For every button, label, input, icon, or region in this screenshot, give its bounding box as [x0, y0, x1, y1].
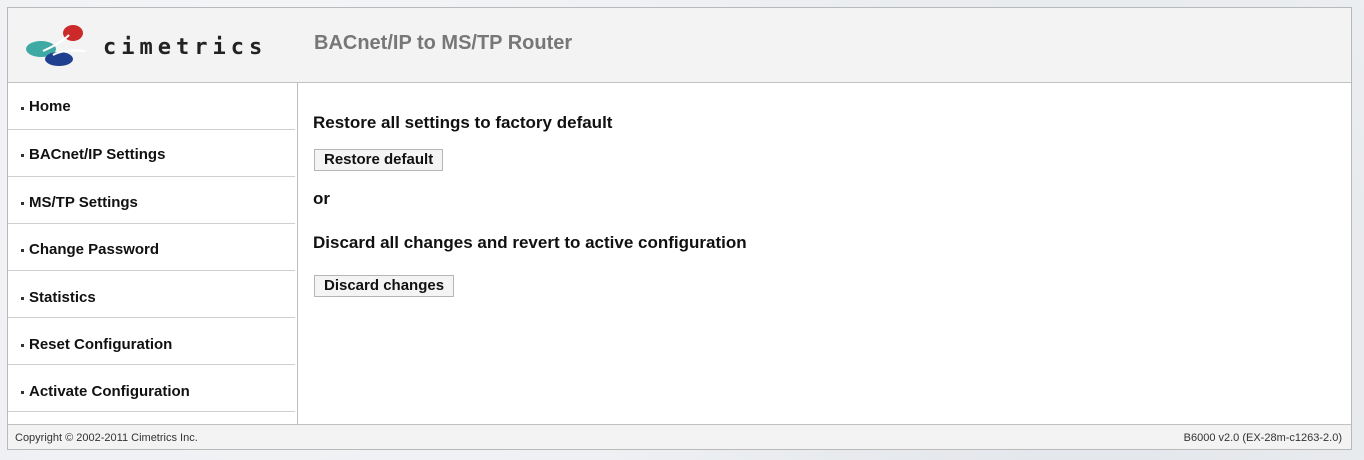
version-text: B6000 v2.0 (EX-28m-c1263-2.0)	[1183, 432, 1342, 444]
footer: Copyright © 2002-2011 Cimetrics Inc. B60…	[8, 424, 1351, 449]
bullet-icon	[21, 202, 24, 205]
bullet-icon	[21, 249, 24, 252]
sidebar-item-label[interactable]: BACnet/IP Settings	[29, 146, 165, 163]
sidebar-nav: Home BACnet/IP Settings MS/TP Settings C…	[8, 83, 298, 424]
sidebar-item-reset-configuration[interactable]: Reset Configuration	[8, 318, 295, 365]
bullet-icon	[21, 154, 24, 157]
copyright-text: Copyright © 2002-2011 Cimetrics Inc.	[15, 432, 198, 444]
bullet-icon	[21, 107, 24, 110]
sidebar-item-label[interactable]: Statistics	[29, 289, 96, 306]
sidebar-item-label[interactable]: Activate Configuration	[29, 383, 190, 400]
discard-heading: Discard all changes and revert to active…	[313, 233, 747, 252]
restore-default-button[interactable]: Restore default	[314, 149, 444, 171]
sidebar-item-statistics[interactable]: Statistics	[8, 271, 295, 318]
discard-changes-button[interactable]: Discard changes	[314, 275, 455, 297]
cimetrics-logo-icon	[26, 25, 86, 66]
sidebar-item-activate-configuration[interactable]: Activate Configuration	[8, 365, 295, 412]
header: cimetrics BACnet/IP to MS/TP Router	[8, 8, 1351, 83]
sidebar-item-bacnet-ip-settings[interactable]: BACnet/IP Settings	[8, 130, 295, 177]
router-web-ui: cimetrics BACnet/IP to MS/TP Router Home…	[7, 7, 1352, 450]
sidebar-item-label[interactable]: Reset Configuration	[29, 336, 172, 353]
restore-heading: Restore all settings to factory default	[313, 113, 613, 132]
main-content: Restore all settings to factory default …	[298, 83, 1351, 424]
page-title: BACnet/IP to MS/TP Router	[314, 32, 573, 54]
logo-text: cimetrics	[103, 35, 268, 60]
sidebar-item-label[interactable]: Home	[29, 98, 71, 115]
or-text: or	[313, 189, 330, 208]
sidebar-item-home[interactable]: Home	[8, 83, 295, 130]
sidebar-item-change-password[interactable]: Change Password	[8, 224, 295, 271]
sidebar-item-label[interactable]: Change Password	[29, 241, 159, 258]
cimetrics-logo: cimetrics	[23, 21, 263, 71]
bullet-icon	[21, 297, 24, 300]
sidebar-item-label[interactable]: MS/TP Settings	[29, 194, 138, 211]
bullet-icon	[21, 344, 24, 347]
bullet-icon	[21, 391, 24, 394]
sidebar-item-mstp-settings[interactable]: MS/TP Settings	[8, 177, 295, 224]
